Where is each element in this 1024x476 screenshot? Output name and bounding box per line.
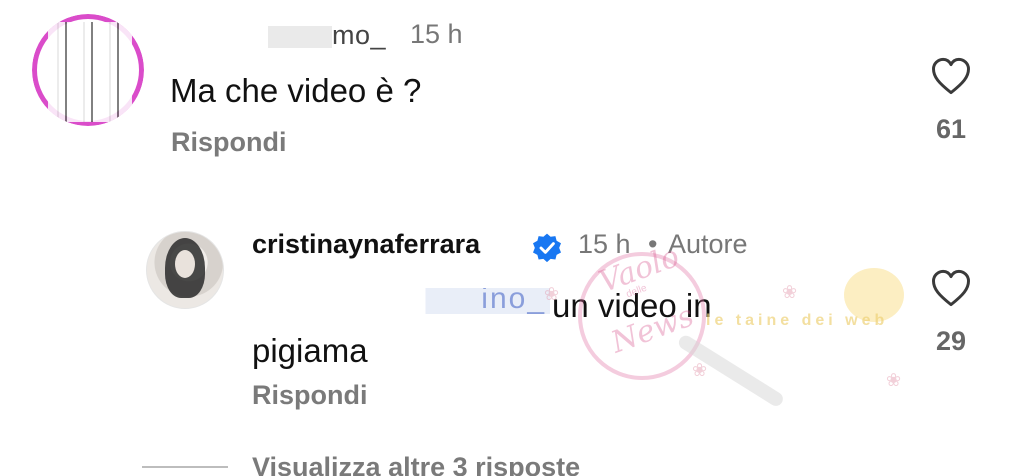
author-avatar[interactable] <box>146 231 224 309</box>
commenter-avatar[interactable] <box>32 14 144 126</box>
username-redaction <box>172 25 332 48</box>
heart-outline-icon[interactable] <box>930 56 972 96</box>
commenter-username[interactable]: mo_ <box>172 20 386 51</box>
reply-button[interactable]: Rispondi <box>252 380 368 411</box>
separator-dot: • <box>648 229 658 259</box>
like-count: 29 <box>935 326 967 356</box>
avatar-redacted <box>48 22 132 122</box>
mention-link[interactable]: ino_ <box>254 288 550 314</box>
verified-badge-icon <box>533 233 561 263</box>
paw-icon: ❀ <box>782 282 798 302</box>
thread-line <box>142 466 228 468</box>
comments-section: mo_ 15 h Ma che video è ? Rispondi 61 cr… <box>0 0 1024 476</box>
username-visible-text: mo_ <box>332 20 387 50</box>
reply-button[interactable]: Rispondi <box>171 127 287 158</box>
comment-timestamp: 15 h <box>410 19 463 49</box>
heart-outline-icon[interactable] <box>930 268 972 308</box>
paw-icon: ❀ <box>886 370 902 390</box>
cartoon-face-icon <box>844 268 904 322</box>
view-more-replies-button[interactable]: Visualizza altre 3 risposte <box>252 452 580 476</box>
author-username[interactable]: cristinaynaferrara <box>252 229 480 260</box>
like-count: 61 <box>935 114 967 144</box>
avatar-face <box>175 250 195 278</box>
author-label: Autore <box>668 229 748 259</box>
comment-text: Ma che video è ? <box>170 72 422 109</box>
reply-timestamp: 15 h <box>578 229 631 259</box>
mention-visible-text: ino_ <box>481 288 546 314</box>
